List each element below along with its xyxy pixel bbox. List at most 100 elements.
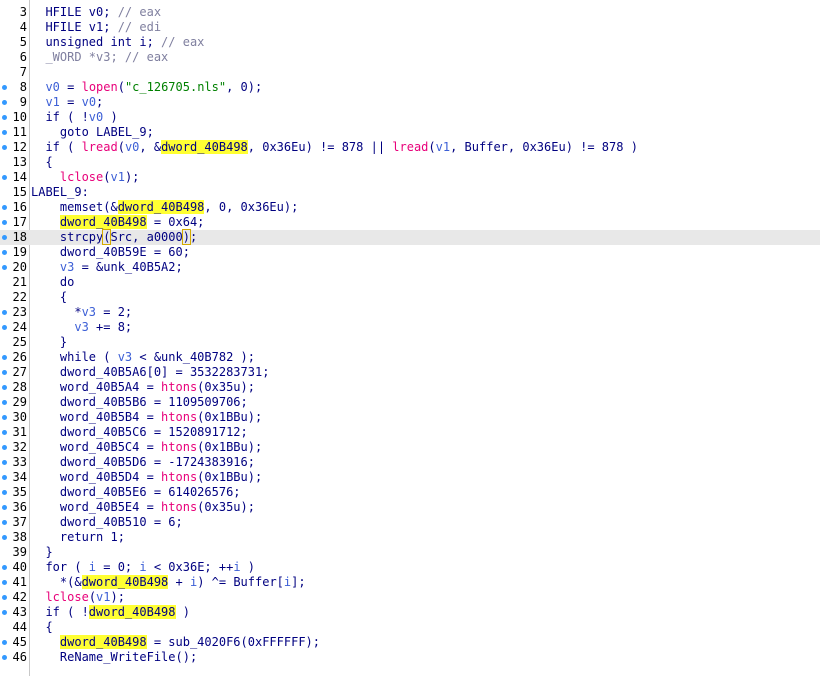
code-view[interactable]: 3 HFILE v0; // eax 4 HFILE v1; // edi 5 un… [0,5,820,665]
breakpoint-dot-icon[interactable] [2,430,7,435]
code-text[interactable]: } [31,335,67,350]
breakpoint-dot-icon[interactable] [2,535,7,540]
code-text[interactable]: dword_40B498 = 0x64; [31,215,204,230]
code-line[interactable]: 7 [0,65,820,80]
code-text[interactable]: dword_40B5C6 = 1520891712; [31,425,248,440]
code-line[interactable]: 46 ReName_WriteFile(); [0,650,820,665]
code-text[interactable]: HFILE v0; // eax [31,5,161,20]
code-text[interactable]: dword_40B510 = 6; [31,515,183,530]
code-text[interactable]: _WORD *v3; // eax [31,50,168,65]
code-text[interactable]: do [31,275,74,290]
code-text[interactable]: HFILE v1; // edi [31,20,161,35]
code-text[interactable]: *(&dword_40B498 + i) ^= Buffer[i]; [31,575,306,590]
breakpoint-dot-icon[interactable] [2,205,7,210]
breakpoint-dot-icon[interactable] [2,415,7,420]
code-line[interactable]: 28 word_40B5A4 = htons(0x35u); [0,380,820,395]
code-line[interactable]: 45 dword_40B498 = sub_4020F6(0xFFFFFF); [0,635,820,650]
code-text[interactable]: goto LABEL_9; [31,125,154,140]
code-text[interactable]: unsigned int i; // eax [31,35,204,50]
code-text[interactable]: dword_40B498 = sub_4020F6(0xFFFFFF); [31,635,320,650]
code-text[interactable]: word_40B5C4 = htons(0x1BBu); [31,440,262,455]
code-text[interactable]: strcpy(Src, a0000); [31,229,197,245]
code-line[interactable]: 22 { [0,290,820,305]
code-line[interactable]: 39 } [0,545,820,560]
code-line[interactable]: 26 while ( v3 < &unk_40B782 ); [0,350,820,365]
breakpoint-dot-icon[interactable] [2,250,7,255]
code-line[interactable]: 4 HFILE v1; // edi [0,20,820,35]
code-line[interactable]: 20 v3 = &unk_40B5A2; [0,260,820,275]
breakpoint-dot-icon[interactable] [2,445,7,450]
code-text[interactable]: dword_40B59E = 60; [31,245,190,260]
code-line[interactable]: 30 word_40B5B4 = htons(0x1BBu); [0,410,820,425]
breakpoint-dot-icon[interactable] [2,235,7,240]
code-line[interactable]: 24 v3 += 8; [0,320,820,335]
breakpoint-dot-icon[interactable] [2,520,7,525]
code-text[interactable]: return 1; [31,530,125,545]
code-line[interactable]: 25 } [0,335,820,350]
code-line[interactable]: 9 v1 = v0; [0,95,820,110]
code-text[interactable]: for ( i = 0; i < 0x36E; ++i ) [31,560,255,575]
code-text[interactable]: { [31,290,67,305]
code-text[interactable]: memset(&dword_40B498, 0, 0x36Eu); [31,200,298,215]
code-text[interactable]: { [31,620,52,635]
code-text[interactable]: word_40B5A4 = htons(0x35u); [31,380,255,395]
code-line[interactable]: 32 word_40B5C4 = htons(0x1BBu); [0,440,820,455]
code-line[interactable]: 17 dword_40B498 = 0x64; [0,215,820,230]
code-line[interactable]: 16 memset(&dword_40B498, 0, 0x36Eu); [0,200,820,215]
code-text[interactable]: if ( lread(v0, &dword_40B498, 0x36Eu) !=… [31,140,638,155]
current-code-line[interactable]: 18 strcpy(Src, a0000); [0,229,820,245]
code-text[interactable]: *v3 = 2; [31,305,132,320]
breakpoint-dot-icon[interactable] [2,355,7,360]
breakpoint-dot-icon[interactable] [2,145,7,150]
code-text[interactable]: word_40B5B4 = htons(0x1BBu); [31,410,262,425]
code-text[interactable]: if ( !dword_40B498 ) [31,605,190,620]
breakpoint-dot-icon[interactable] [2,475,7,480]
breakpoint-dot-icon[interactable] [2,640,7,645]
code-text[interactable]: dword_40B5A6[0] = 3532283731; [31,365,270,380]
code-text[interactable]: v3 += 8; [31,320,132,335]
code-text[interactable]: while ( v3 < &unk_40B782 ); [31,350,255,365]
code-line[interactable]: 12 if ( lread(v0, &dword_40B498, 0x36Eu)… [0,140,820,155]
breakpoint-dot-icon[interactable] [2,490,7,495]
code-line[interactable]: 36 word_40B5E4 = htons(0x35u); [0,500,820,515]
breakpoint-dot-icon[interactable] [2,370,7,375]
code-text[interactable]: v1 = v0; [31,95,103,110]
code-line[interactable]: 40 for ( i = 0; i < 0x36E; ++i ) [0,560,820,575]
code-text[interactable]: dword_40B5D6 = -1724383916; [31,455,255,470]
breakpoint-dot-icon[interactable] [2,325,7,330]
code-text[interactable]: word_40B5D4 = htons(0x1BBu); [31,470,262,485]
breakpoint-dot-icon[interactable] [2,655,7,660]
code-line[interactable]: 41 *(&dword_40B498 + i) ^= Buffer[i]; [0,575,820,590]
code-line[interactable]: 34 word_40B5D4 = htons(0x1BBu); [0,470,820,485]
breakpoint-dot-icon[interactable] [2,460,7,465]
code-line[interactable]: 44 { [0,620,820,635]
code-text[interactable]: { [31,155,52,170]
code-text[interactable]: word_40B5E4 = htons(0x35u); [31,500,255,515]
code-text[interactable]: if ( !v0 ) [31,110,117,125]
breakpoint-dot-icon[interactable] [2,595,7,600]
code-text[interactable]: lclose(v1); [31,590,125,605]
breakpoint-dot-icon[interactable] [2,130,7,135]
code-line[interactable]: 6 _WORD *v3; // eax [0,50,820,65]
code-text[interactable]: ReName_WriteFile(); [31,650,197,665]
code-line[interactable]: 21 do [0,275,820,290]
code-line[interactable]: 43 if ( !dword_40B498 ) [0,605,820,620]
breakpoint-dot-icon[interactable] [2,310,7,315]
code-line[interactable]: 38 return 1; [0,530,820,545]
code-line[interactable]: 19 dword_40B59E = 60; [0,245,820,260]
code-line[interactable]: 5 unsigned int i; // eax [0,35,820,50]
code-line[interactable]: 8 v0 = lopen("c_126705.nls", 0); [0,80,820,95]
breakpoint-dot-icon[interactable] [2,400,7,405]
breakpoint-dot-icon[interactable] [2,175,7,180]
code-line[interactable]: 37 dword_40B510 = 6; [0,515,820,530]
code-text[interactable]: dword_40B5B6 = 1109509706; [31,395,248,410]
code-line[interactable]: 33 dword_40B5D6 = -1724383916; [0,455,820,470]
code-line[interactable]: 27 dword_40B5A6[0] = 3532283731; [0,365,820,380]
code-line[interactable]: 13 { [0,155,820,170]
code-line[interactable]: 11 goto LABEL_9; [0,125,820,140]
breakpoint-dot-icon[interactable] [2,220,7,225]
code-line[interactable]: 3 HFILE v0; // eax [0,5,820,20]
code-line[interactable]: 10 if ( !v0 ) [0,110,820,125]
breakpoint-dot-icon[interactable] [2,610,7,615]
code-line[interactable]: 15 LABEL_9: [0,185,820,200]
